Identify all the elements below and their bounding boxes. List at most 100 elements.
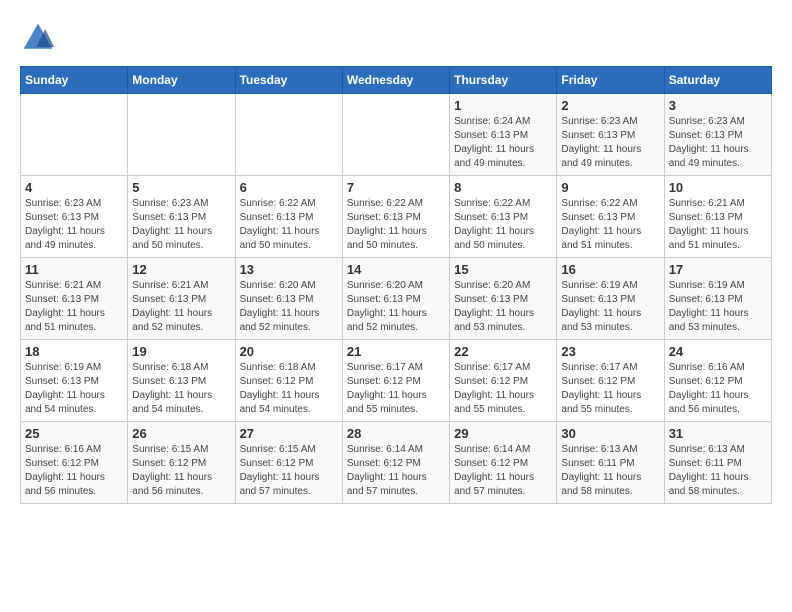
day-info: Sunrise: 6:19 AM Sunset: 6:13 PM Dayligh… (25, 361, 123, 417)
day-number: 15 (454, 262, 552, 277)
day-number: 19 (132, 344, 230, 359)
page-header (20, 20, 772, 56)
day-info: Sunrise: 6:15 AM Sunset: 6:12 PM Dayligh… (132, 443, 230, 499)
calendar-cell: 28 Sunrise: 6:14 AM Sunset: 6:12 PM Dayli… (342, 422, 449, 504)
weekday-header-wednesday: Wednesday (342, 67, 449, 94)
day-info: Sunrise: 6:23 AM Sunset: 6:13 PM Dayligh… (25, 197, 123, 253)
day-info: Sunrise: 6:21 AM Sunset: 6:13 PM Dayligh… (25, 279, 123, 335)
day-number: 24 (669, 344, 767, 359)
calendar-cell: 17 Sunrise: 6:19 AM Sunset: 6:13 PM Dayli… (664, 258, 771, 340)
day-info: Sunrise: 6:20 AM Sunset: 6:13 PM Dayligh… (347, 279, 445, 335)
calendar-cell: 27 Sunrise: 6:15 AM Sunset: 6:12 PM Dayli… (235, 422, 342, 504)
day-info: Sunrise: 6:19 AM Sunset: 6:13 PM Dayligh… (669, 279, 767, 335)
day-info: Sunrise: 6:22 AM Sunset: 6:13 PM Dayligh… (561, 197, 659, 253)
calendar-cell (235, 94, 342, 176)
calendar-cell: 10 Sunrise: 6:21 AM Sunset: 6:13 PM Dayli… (664, 176, 771, 258)
weekday-header-monday: Monday (128, 67, 235, 94)
calendar-cell: 15Sunrise: 6:20 AM Sunset: 6:13 PM Dayli… (450, 258, 557, 340)
day-info: Sunrise: 6:17 AM Sunset: 6:12 PM Dayligh… (347, 361, 445, 417)
day-number: 2 (561, 98, 659, 113)
day-number: 18 (25, 344, 123, 359)
calendar-week-1: 1Sunrise: 6:24 AM Sunset: 6:13 PM Daylig… (21, 94, 772, 176)
calendar-table: SundayMondayTuesdayWednesdayThursdayFrid… (20, 66, 772, 504)
calendar-body: 1Sunrise: 6:24 AM Sunset: 6:13 PM Daylig… (21, 94, 772, 504)
calendar-header: SundayMondayTuesdayWednesdayThursdayFrid… (21, 67, 772, 94)
day-info: Sunrise: 6:17 AM Sunset: 6:12 PM Dayligh… (561, 361, 659, 417)
weekday-header-tuesday: Tuesday (235, 67, 342, 94)
calendar-cell: 16 Sunrise: 6:19 AM Sunset: 6:13 PM Dayli… (557, 258, 664, 340)
day-number: 9 (561, 180, 659, 195)
calendar-cell: 8 Sunrise: 6:22 AM Sunset: 6:13 PM Daylig… (450, 176, 557, 258)
day-info: Sunrise: 6:22 AM Sunset: 6:13 PM Dayligh… (240, 197, 338, 253)
calendar-cell: 22 Sunrise: 6:17 AM Sunset: 6:12 PM Dayli… (450, 340, 557, 422)
calendar-cell (342, 94, 449, 176)
day-number: 7 (347, 180, 445, 195)
calendar-week-3: 11 Sunrise: 6:21 AM Sunset: 6:13 PM Dayli… (21, 258, 772, 340)
day-number: 6 (240, 180, 338, 195)
calendar-cell: 23 Sunrise: 6:17 AM Sunset: 6:12 PM Dayli… (557, 340, 664, 422)
day-number: 14 (347, 262, 445, 277)
calendar-cell: 13 Sunrise: 6:20 AM Sunset: 6:13 PM Dayli… (235, 258, 342, 340)
day-info: Sunrise: 6:16 AM Sunset: 6:12 PM Dayligh… (669, 361, 767, 417)
day-number: 11 (25, 262, 123, 277)
calendar-cell: 14 Sunrise: 6:20 AM Sunset: 6:13 PM Dayli… (342, 258, 449, 340)
day-info: Sunrise: 6:14 AM Sunset: 6:12 PM Dayligh… (454, 443, 552, 499)
calendar-cell: 3 Sunrise: 6:23 AM Sunset: 6:13 PM Daylig… (664, 94, 771, 176)
calendar-cell: 21 Sunrise: 6:17 AM Sunset: 6:12 PM Dayli… (342, 340, 449, 422)
day-info: Sunrise: 6:24 AM Sunset: 6:13 PM Dayligh… (454, 115, 552, 171)
day-info: Sunrise: 6:23 AM Sunset: 6:13 PM Dayligh… (561, 115, 659, 171)
calendar-cell (21, 94, 128, 176)
calendar-cell: 9 Sunrise: 6:22 AM Sunset: 6:13 PM Daylig… (557, 176, 664, 258)
day-number: 22 (454, 344, 552, 359)
day-number: 8 (454, 180, 552, 195)
day-info: Sunrise: 6:15 AM Sunset: 6:12 PM Dayligh… (240, 443, 338, 499)
logo-icon (20, 20, 56, 56)
calendar-cell: 5 Sunrise: 6:23 AM Sunset: 6:13 PM Daylig… (128, 176, 235, 258)
day-number: 27 (240, 426, 338, 441)
day-number: 17 (669, 262, 767, 277)
logo (20, 20, 62, 56)
day-info: Sunrise: 6:22 AM Sunset: 6:13 PM Dayligh… (347, 197, 445, 253)
calendar-cell: 1Sunrise: 6:24 AM Sunset: 6:13 PM Daylig… (450, 94, 557, 176)
day-info: Sunrise: 6:22 AM Sunset: 6:13 PM Dayligh… (454, 197, 552, 253)
day-info: Sunrise: 6:13 AM Sunset: 6:11 PM Dayligh… (669, 443, 767, 499)
day-info: Sunrise: 6:13 AM Sunset: 6:11 PM Dayligh… (561, 443, 659, 499)
day-info: Sunrise: 6:17 AM Sunset: 6:12 PM Dayligh… (454, 361, 552, 417)
calendar-cell: 31 Sunrise: 6:13 AM Sunset: 6:11 PM Dayli… (664, 422, 771, 504)
day-number: 13 (240, 262, 338, 277)
day-number: 31 (669, 426, 767, 441)
day-number: 28 (347, 426, 445, 441)
day-number: 20 (240, 344, 338, 359)
day-number: 5 (132, 180, 230, 195)
day-number: 30 (561, 426, 659, 441)
day-number: 23 (561, 344, 659, 359)
calendar-cell: 18 Sunrise: 6:19 AM Sunset: 6:13 PM Dayli… (21, 340, 128, 422)
calendar-cell: 24 Sunrise: 6:16 AM Sunset: 6:12 PM Dayli… (664, 340, 771, 422)
day-info: Sunrise: 6:23 AM Sunset: 6:13 PM Dayligh… (132, 197, 230, 253)
day-number: 10 (669, 180, 767, 195)
calendar-cell: 19 Sunrise: 6:18 AM Sunset: 6:13 PM Dayli… (128, 340, 235, 422)
day-number: 16 (561, 262, 659, 277)
day-number: 4 (25, 180, 123, 195)
calendar-week-2: 4 Sunrise: 6:23 AM Sunset: 6:13 PM Daylig… (21, 176, 772, 258)
calendar-week-4: 18 Sunrise: 6:19 AM Sunset: 6:13 PM Dayli… (21, 340, 772, 422)
day-info: Sunrise: 6:20 AM Sunset: 6:13 PM Dayligh… (240, 279, 338, 335)
calendar-week-5: 25Sunrise: 6:16 AM Sunset: 6:12 PM Dayli… (21, 422, 772, 504)
day-number: 21 (347, 344, 445, 359)
day-info: Sunrise: 6:18 AM Sunset: 6:12 PM Dayligh… (240, 361, 338, 417)
day-info: Sunrise: 6:18 AM Sunset: 6:13 PM Dayligh… (132, 361, 230, 417)
calendar-cell: 30 Sunrise: 6:13 AM Sunset: 6:11 PM Dayli… (557, 422, 664, 504)
calendar-cell: 29Sunrise: 6:14 AM Sunset: 6:12 PM Dayli… (450, 422, 557, 504)
day-info: Sunrise: 6:21 AM Sunset: 6:13 PM Dayligh… (669, 197, 767, 253)
weekday-header-thursday: Thursday (450, 67, 557, 94)
calendar-cell: 6 Sunrise: 6:22 AM Sunset: 6:13 PM Daylig… (235, 176, 342, 258)
day-info: Sunrise: 6:23 AM Sunset: 6:13 PM Dayligh… (669, 115, 767, 171)
day-info: Sunrise: 6:14 AM Sunset: 6:12 PM Dayligh… (347, 443, 445, 499)
calendar-cell: 2 Sunrise: 6:23 AM Sunset: 6:13 PM Daylig… (557, 94, 664, 176)
day-number: 3 (669, 98, 767, 113)
calendar-cell: 20 Sunrise: 6:18 AM Sunset: 6:12 PM Dayli… (235, 340, 342, 422)
day-info: Sunrise: 6:19 AM Sunset: 6:13 PM Dayligh… (561, 279, 659, 335)
weekday-header-saturday: Saturday (664, 67, 771, 94)
day-info: Sunrise: 6:16 AM Sunset: 6:12 PM Dayligh… (25, 443, 123, 499)
calendar-cell: 4 Sunrise: 6:23 AM Sunset: 6:13 PM Daylig… (21, 176, 128, 258)
